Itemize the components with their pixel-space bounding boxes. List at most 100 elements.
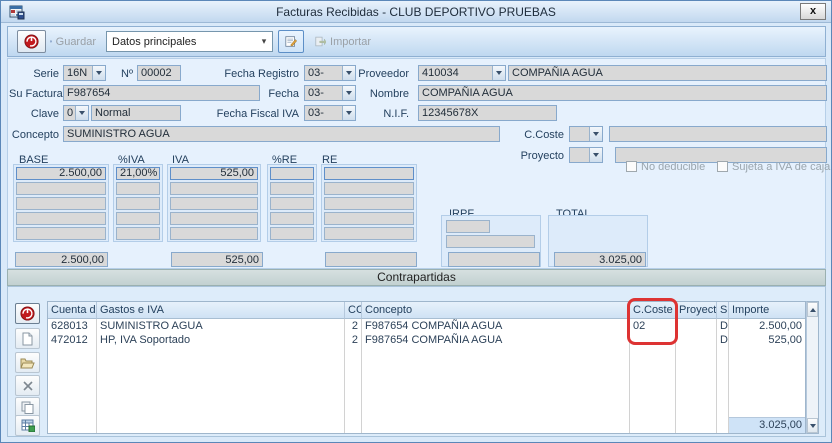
empty-cell — [717, 417, 729, 433]
col-header-concepto[interactable]: Concepto — [362, 302, 630, 319]
pre-field-4[interactable] — [270, 212, 314, 225]
serie-combo[interactable]: 16N — [63, 65, 106, 81]
no-deducible-checkbox[interactable] — [626, 161, 637, 172]
clave-desc-field[interactable]: Normal — [91, 105, 181, 121]
ccoste-desc-field[interactable] — [609, 126, 827, 142]
table-cell[interactable]: HP, IVA Soportado — [97, 333, 345, 347]
table-cell[interactable] — [676, 319, 717, 333]
piva-field-3[interactable] — [116, 197, 160, 210]
table-cell[interactable]: F987654 COMPAÑIA AGUA — [362, 319, 630, 333]
table-cell[interactable] — [630, 333, 676, 347]
chevron-down-icon[interactable] — [589, 127, 602, 141]
proveedor-name-field[interactable]: COMPAÑIA AGUA — [508, 65, 827, 81]
col-header-ccoste[interactable]: C.Coste — [630, 302, 676, 319]
exit-button[interactable] — [17, 30, 46, 53]
concepto-field[interactable]: SUMINISTRO AGUA — [63, 126, 500, 142]
chevron-down-icon[interactable] — [492, 66, 505, 80]
table-cell[interactable]: 2.500,00 — [729, 319, 805, 333]
clave-combo[interactable]: 0 — [63, 105, 89, 121]
empty-cell — [676, 347, 717, 417]
col-header-cuenta[interactable]: Cuenta de — [48, 302, 97, 319]
save-button[interactable]: Guardar — [43, 30, 103, 53]
nombre-field[interactable]: COMPAÑIA AGUA — [418, 85, 827, 101]
pre-field-3[interactable] — [270, 197, 314, 210]
re-field-5[interactable] — [324, 227, 414, 240]
piva-field-1[interactable]: 21,00% — [116, 167, 160, 180]
sujeta-iva-caja-checkbox[interactable] — [717, 161, 728, 172]
import-button[interactable]: Importar — [308, 30, 378, 53]
base-field-5[interactable] — [16, 227, 106, 240]
scroll-up-icon[interactable] — [807, 302, 818, 317]
export-grid-button[interactable] — [15, 415, 40, 436]
pre-field-1[interactable] — [270, 167, 314, 180]
base-field-1[interactable]: 2.500,00 — [16, 167, 106, 180]
col-header-importe[interactable]: Importe — [729, 302, 805, 319]
piva-field-4[interactable] — [116, 212, 160, 225]
scroll-down-icon[interactable] — [807, 418, 818, 433]
col-header-s[interactable]: S — [717, 302, 729, 319]
re-field-4[interactable] — [324, 212, 414, 225]
proyecto-label: Proyecto — [504, 150, 564, 162]
base-field-2[interactable] — [16, 182, 106, 195]
re-field-3[interactable] — [324, 197, 414, 210]
table-export-icon — [21, 419, 35, 432]
nif-field[interactable]: 12345678X — [418, 105, 557, 121]
numero-field[interactable]: 00002 — [137, 65, 181, 81]
table-cell[interactable]: 628013 — [48, 319, 97, 333]
fecha-fiscal-iva-label: Fecha Fiscal IVA — [201, 108, 299, 120]
base-field-3[interactable] — [16, 197, 106, 210]
col-header-cc[interactable]: CC — [345, 302, 362, 319]
col-header-proyecto[interactable]: Proyecto — [676, 302, 717, 319]
proyecto-combo[interactable] — [569, 147, 603, 163]
re-field-1[interactable] — [324, 167, 414, 180]
import-icon — [315, 35, 326, 48]
table-cell[interactable]: D — [717, 333, 729, 347]
pre-field-2[interactable] — [270, 182, 314, 195]
chevron-down-icon[interactable] — [75, 106, 88, 120]
proveedor-combo[interactable]: 410034 — [418, 65, 506, 81]
empty-cell — [729, 347, 805, 417]
iva-field-2[interactable] — [170, 182, 258, 195]
table-cell[interactable]: D — [717, 319, 729, 333]
iva-field-5[interactable] — [170, 227, 258, 240]
no-deducible-label: No deducible — [641, 161, 721, 173]
base-field-4[interactable] — [16, 212, 106, 225]
chevron-down-icon[interactable] — [589, 148, 602, 162]
table-cell[interactable]: F987654 COMPAÑIA AGUA — [362, 333, 630, 347]
re-field-2[interactable] — [324, 182, 414, 195]
empty-cell — [717, 347, 729, 417]
iva-field-3[interactable] — [170, 197, 258, 210]
edit-button[interactable] — [278, 30, 304, 53]
table-cell[interactable]: SUMINISTRO AGUA — [97, 319, 345, 333]
irpf-pct-field[interactable] — [446, 220, 490, 233]
chevron-down-icon[interactable] — [92, 66, 105, 80]
col-header-gastos[interactable]: Gastos e IVA — [97, 302, 345, 319]
table-cell[interactable]: 472012 — [48, 333, 97, 347]
table-scrollbar[interactable] — [806, 301, 819, 434]
fecha-registro-label: Fecha Registro — [201, 68, 299, 80]
piva-field-5[interactable] — [116, 227, 160, 240]
open-row-button[interactable] — [15, 352, 40, 373]
delete-row-button[interactable] — [15, 375, 40, 396]
table-cell[interactable] — [676, 333, 717, 347]
grid-exit-button[interactable] — [15, 303, 40, 324]
table-cell-ccoste[interactable]: 02 — [630, 319, 676, 333]
close-button[interactable]: x — [800, 3, 826, 20]
iva-field-1[interactable]: 525,00 — [170, 167, 258, 180]
table-cell[interactable]: 525,00 — [729, 333, 805, 347]
empty-cell — [97, 417, 345, 433]
table-cell[interactable]: 2 — [345, 333, 362, 347]
ccoste-combo[interactable] — [569, 126, 603, 142]
iva-field-4[interactable] — [170, 212, 258, 225]
empty-cell — [48, 347, 97, 417]
empty-cell — [97, 347, 345, 417]
view-select[interactable]: Datos principales ▾ — [106, 31, 273, 52]
pre-field-5[interactable] — [270, 227, 314, 240]
piva-field-2[interactable] — [116, 182, 160, 195]
table-cell[interactable]: 2 — [345, 319, 362, 333]
irpf-base-field[interactable] — [446, 235, 535, 248]
view-select-value: Datos principales — [107, 36, 256, 48]
new-row-button[interactable] — [15, 328, 40, 349]
empty-cell — [362, 417, 630, 433]
re-total-field — [325, 252, 417, 267]
